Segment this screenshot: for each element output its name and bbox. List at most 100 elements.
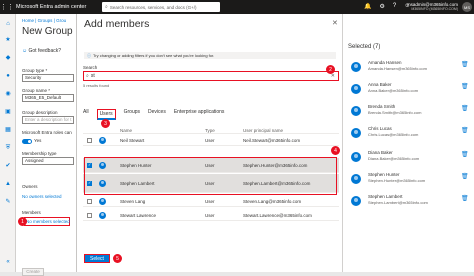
- settings-icon[interactable]: ⚙: [379, 3, 384, 10]
- selected-name: Chris Lucas: [368, 126, 392, 131]
- delete-icon[interactable]: 🗑: [461, 105, 469, 112]
- group-description-label: Group description: [22, 110, 58, 115]
- protection-icon[interactable]: ⛨: [4, 144, 12, 152]
- results-count: 5 results found: [83, 83, 110, 88]
- close-icon[interactable]: ✕: [332, 19, 338, 27]
- breadcrumb[interactable]: Home | Groups | Grou: [22, 18, 66, 23]
- selected-name: Brenda Smith: [368, 104, 396, 109]
- favorites-icon[interactable]: ★: [4, 36, 12, 44]
- delete-icon[interactable]: 🗑: [461, 151, 469, 158]
- app-name[interactable]: Microsoft Entra admin center: [16, 4, 86, 10]
- group-description-input[interactable]: Enter a description for t: [22, 116, 74, 124]
- global-search-input[interactable]: ⌕ Search resources, services, and docs (…: [102, 2, 220, 12]
- new-group-blade: Home | Groups | Grou New Group ☺ Got fee…: [16, 14, 92, 276]
- groups-icon[interactable]: ◉: [4, 90, 12, 98]
- devices-icon[interactable]: ▣: [4, 108, 12, 116]
- column-type[interactable]: Type: [205, 128, 215, 133]
- row-name: Steven Lang: [120, 198, 146, 204]
- user-avatar-icon: [351, 128, 361, 138]
- selected-item: Stephen Lambert Stephen.Lambert@m365info…: [351, 192, 471, 212]
- delete-icon[interactable]: 🗑: [461, 61, 469, 68]
- membership-type-select[interactable]: Assigned: [22, 157, 74, 165]
- user-avatar-icon: [351, 106, 361, 116]
- row-type: User: [205, 212, 215, 218]
- tab-enterprise-applications[interactable]: Enterprise applications: [174, 109, 225, 120]
- selected-name: Stephen Hunter: [368, 172, 400, 177]
- entra-roles-value: Yes: [34, 138, 42, 143]
- row-type: User: [205, 137, 215, 143]
- feedback-link[interactable]: ☺ Got feedback?: [22, 48, 61, 54]
- tab-groups[interactable]: Groups: [124, 109, 140, 120]
- selected-email: Anna.Baker@m365info.com: [368, 88, 419, 93]
- selected-email: Stephen.Lambert@m365info.com: [368, 200, 428, 205]
- selected-item: Amanda Hansen Amanda.Hansen@m365info.com…: [351, 58, 471, 78]
- select-button[interactable]: Select: [84, 254, 110, 263]
- selected-rows-highlight: [84, 157, 337, 195]
- row-name: Neil Stewart: [120, 137, 145, 143]
- user-avatar-icon: [351, 62, 361, 72]
- row-checkbox[interactable]: [87, 137, 92, 143]
- info-icon: ⓘ: [87, 52, 91, 58]
- user-avatar-icon: [351, 152, 361, 162]
- selected-name: Amanda Hansen: [368, 60, 402, 65]
- verified-id-icon[interactable]: ▲: [4, 180, 12, 188]
- row-name: Stewart Lawrence: [120, 212, 157, 218]
- selected-item: Chris Lucas Chris.Lucas@m365info.com 🗑: [351, 124, 471, 144]
- selected-email: Stephen.Hunter@m365info.com: [368, 178, 426, 183]
- selected-email: Brenda.Smith@m365info.com: [368, 110, 422, 115]
- identity-icon[interactable]: ◆: [4, 54, 12, 62]
- create-button[interactable]: Create: [22, 268, 44, 276]
- owners-link[interactable]: No owners selected: [22, 194, 62, 199]
- applications-icon[interactable]: ▦: [4, 126, 12, 134]
- column-name[interactable]: Name: [120, 128, 132, 133]
- delete-icon[interactable]: 🗑: [461, 127, 469, 134]
- selected-item: Diana Baker Diana.Baker@m365info.com 🗑: [351, 148, 471, 168]
- user-avatar-icon: [351, 174, 361, 184]
- top-bar: ⋮⋮ Microsoft Entra admin center ⌕ Search…: [0, 0, 474, 14]
- column-upn[interactable]: User principal name: [243, 128, 283, 133]
- avatar[interactable]: MS: [462, 2, 472, 12]
- user-info[interactable]: msadmin@m365info.com M365INFO (M365INFO.…: [407, 2, 458, 12]
- row-checkbox[interactable]: [87, 198, 92, 204]
- home-icon[interactable]: ⌂: [4, 20, 12, 28]
- delete-icon[interactable]: 🗑: [461, 83, 469, 90]
- table-row[interactable]: Steven Lang User Steven.Lang@m365info.co…: [83, 196, 339, 207]
- learn-icon[interactable]: ✎: [4, 198, 12, 206]
- tab-all[interactable]: All: [83, 109, 89, 120]
- entra-roles-label: Microsoft Entra roles can: [22, 130, 72, 135]
- step-marker-4: 4: [331, 146, 340, 155]
- step-marker-1: 1: [18, 217, 27, 226]
- global-search-placeholder: Search resources, services, and docs (G+…: [109, 4, 197, 10]
- nav-rail: ⌂ ★ ◆ ● ◉ ▣ ▦ ⛨ ✔ ▲ ✎ «: [0, 14, 16, 272]
- selected-email: Amanda.Hansen@m365info.com: [368, 66, 427, 71]
- selected-item: Brenda Smith Brenda.Smith@m365info.com 🗑: [351, 102, 471, 122]
- users-icon[interactable]: ●: [4, 72, 12, 80]
- step-marker-2: 2: [326, 65, 335, 74]
- notification-icon[interactable]: 🔔: [364, 3, 371, 10]
- group-name-input[interactable]: M365_E5_Default: [22, 94, 74, 102]
- selected-item: Anna Baker Anna.Baker@m365info.com 🗑: [351, 80, 471, 100]
- member-search-input[interactable]: ⌕ st ✕: [83, 71, 339, 81]
- help-icon[interactable]: ?: [393, 3, 396, 10]
- table-header: Name Type User principal name: [83, 127, 339, 134]
- delete-icon[interactable]: 🗑: [461, 195, 469, 202]
- selected-email: Chris.Lucas@m365info.com: [368, 132, 419, 137]
- owners-label: Owners: [22, 184, 38, 189]
- group-type-select[interactable]: Security: [22, 74, 74, 82]
- collapse-icon[interactable]: «: [4, 258, 12, 266]
- user-icon: [99, 197, 106, 205]
- selected-title: Selected (7): [348, 44, 381, 50]
- entra-roles-toggle[interactable]: [22, 139, 32, 144]
- members-link[interactable]: No members selected: [26, 219, 70, 224]
- table-row[interactable]: Neil Stewart User Neil.Stewart@m365info.…: [83, 135, 339, 146]
- selected-name: Anna Baker: [368, 82, 392, 87]
- table-row[interactable]: Stewart Lawrence User Stewart.Lawrence@m…: [83, 210, 339, 221]
- governance-icon[interactable]: ✔: [4, 162, 12, 170]
- row-type: User: [205, 198, 215, 204]
- tab-devices[interactable]: Devices: [148, 109, 166, 120]
- waffle-icon[interactable]: ⋮⋮: [0, 0, 14, 14]
- row-checkbox[interactable]: [87, 212, 92, 218]
- delete-icon[interactable]: 🗑: [461, 173, 469, 180]
- info-banner: ⓘ Try changing or adding filters if you …: [84, 52, 336, 59]
- panel-title: Add members: [84, 18, 150, 30]
